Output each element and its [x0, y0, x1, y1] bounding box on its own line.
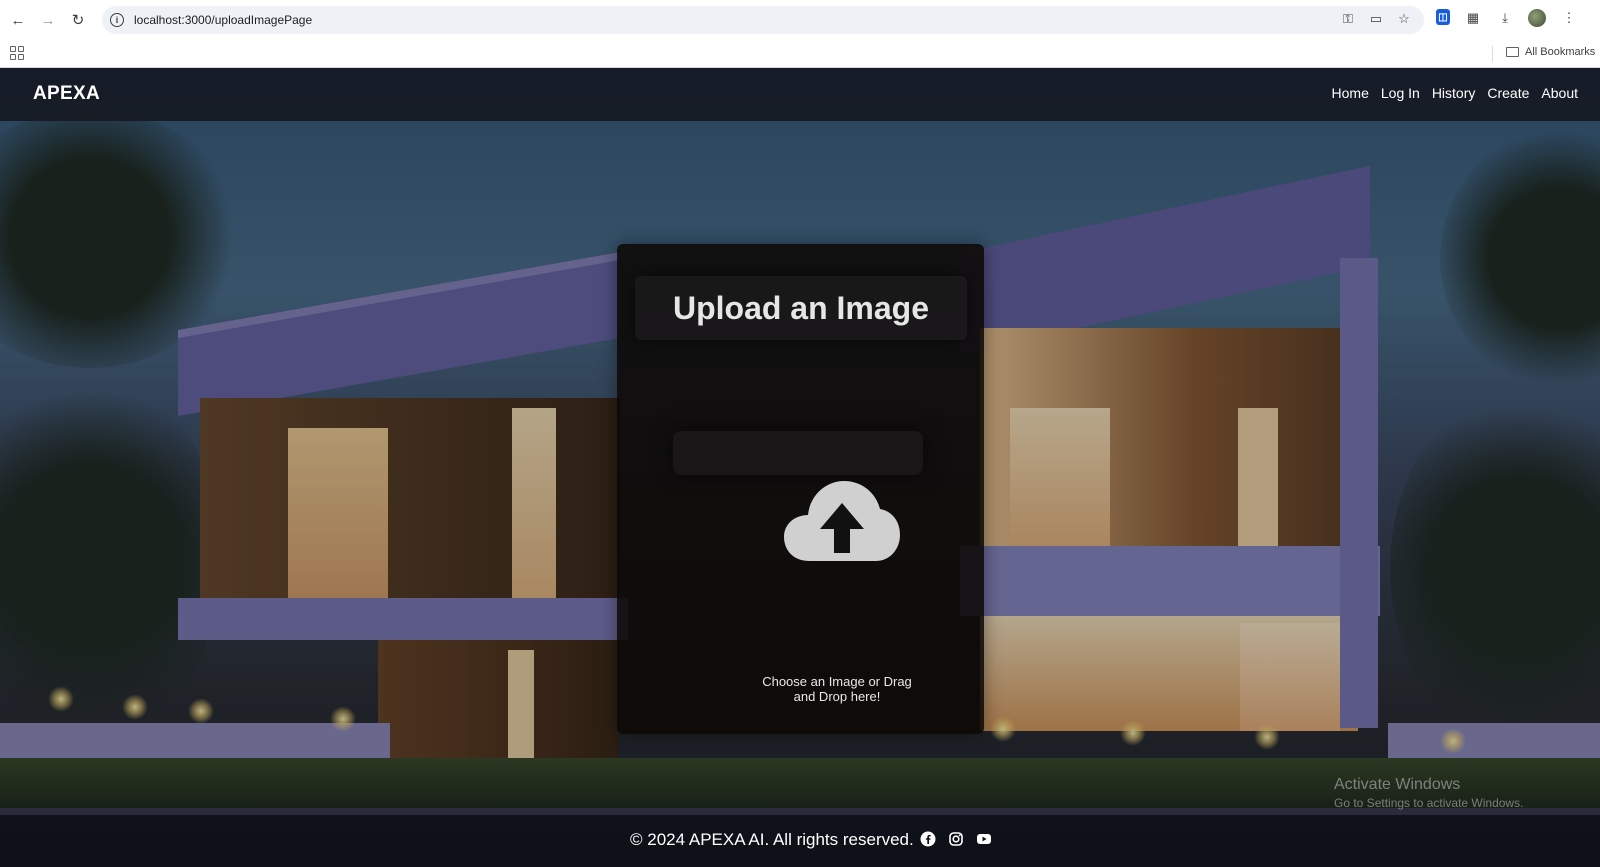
bookmarks-bar: All Bookmarks	[0, 40, 1600, 68]
install-app-icon[interactable]: ▭	[1368, 11, 1384, 27]
address-bar[interactable]: i localhost:3000/uploadImagePage ⚿ ▭ ☆	[102, 6, 1424, 34]
folder-icon	[1506, 47, 1519, 57]
brand-logo[interactable]: APEXA	[33, 83, 100, 105]
youtube-icon[interactable]	[976, 831, 992, 847]
nav-create[interactable]: Create	[1487, 85, 1529, 101]
profile-avatar[interactable]	[1528, 9, 1546, 27]
watermark-subtitle: Go to Settings to activate Windows.	[1334, 796, 1524, 810]
nav-about[interactable]: About	[1541, 85, 1578, 101]
bookmarks-divider	[1492, 46, 1493, 62]
drop-instructions: Choose an Image or Drag and Drop here!	[737, 674, 937, 704]
windows-activation-watermark: Activate Windows Go to Settings to activ…	[1334, 776, 1523, 810]
nav-links: Home Log In History Create About	[1332, 85, 1578, 101]
back-icon[interactable]: ←	[7, 9, 29, 31]
password-key-icon[interactable]: ⚿	[1340, 11, 1356, 27]
site-navbar: APEXA Home Log In History Create About	[0, 68, 1600, 121]
social-links	[920, 831, 992, 847]
drop-text-line1: Choose an Image or Drag	[762, 674, 912, 689]
browser-toolbar: ← → ↻ i localhost:3000/uploadImagePage ⚿…	[0, 0, 1600, 40]
copyright-text: © 2024 APEXA AI. All rights reserved.	[630, 830, 914, 849]
apps-grid-icon[interactable]	[10, 46, 24, 60]
extensions-icon[interactable]: ▦	[1464, 9, 1482, 27]
nav-login[interactable]: Log In	[1381, 85, 1420, 101]
all-bookmarks-label: All Bookmarks	[1525, 46, 1596, 58]
instagram-icon[interactable]	[948, 831, 964, 847]
upload-title: Upload an Image	[635, 276, 967, 340]
nav-history[interactable]: History	[1432, 85, 1476, 101]
drop-text-line2: and Drop here!	[793, 689, 881, 704]
bitwarden-icon[interactable]: ◫	[1436, 9, 1450, 25]
downloads-icon[interactable]: ⤓	[1496, 9, 1514, 27]
facebook-icon[interactable]	[920, 831, 936, 847]
upload-page: APEXA Home Log In History Create About U…	[0, 68, 1600, 867]
site-info-icon[interactable]: i	[110, 13, 124, 27]
all-bookmarks-button[interactable]: All Bookmarks	[1506, 46, 1595, 58]
upload-panel: Upload an Image Choose an Image or Drag …	[617, 244, 984, 734]
forward-icon[interactable]: →	[37, 9, 59, 31]
menu-icon[interactable]: ⋮	[1560, 9, 1578, 27]
nav-home[interactable]: Home	[1332, 85, 1369, 101]
image-drop-zone[interactable]	[667, 434, 947, 704]
reload-icon[interactable]: ↻	[67, 9, 89, 31]
address-url[interactable]: localhost:3000/uploadImagePage	[134, 13, 312, 27]
bookmark-star-icon[interactable]: ☆	[1396, 11, 1412, 27]
site-footer: © 2024 APEXA AI. All rights reserved.	[0, 815, 1600, 867]
watermark-title: Activate Windows	[1334, 776, 1461, 793]
cloud-upload-icon[interactable]	[782, 477, 902, 563]
